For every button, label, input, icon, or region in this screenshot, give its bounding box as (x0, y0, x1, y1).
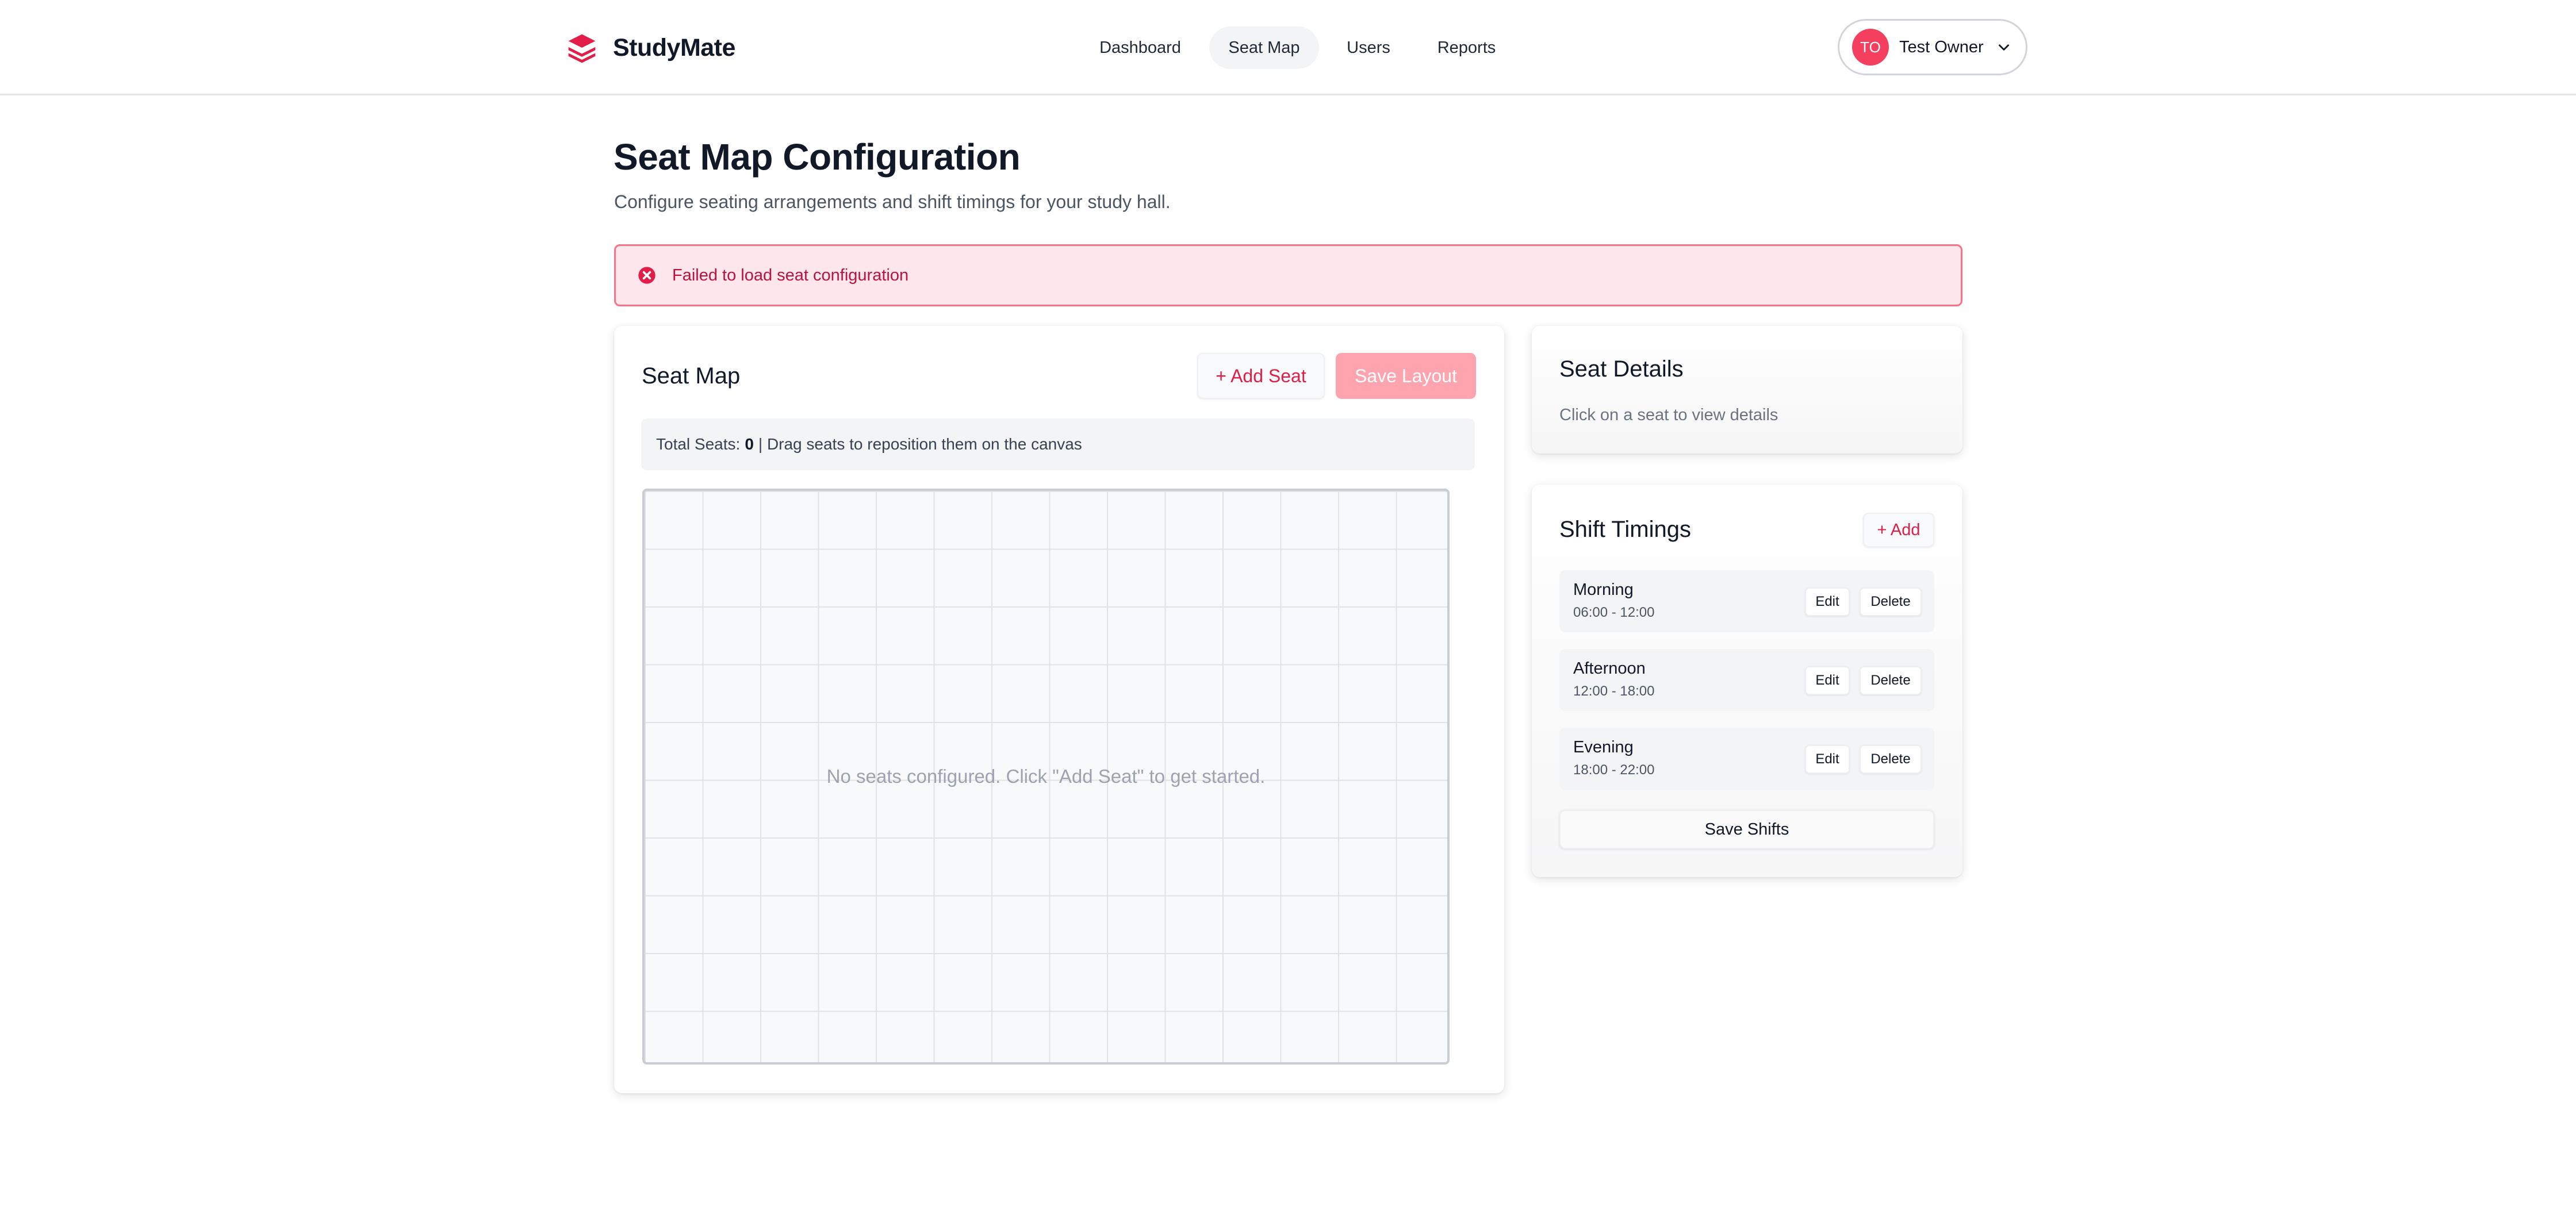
shift-time: 18:00 - 22:00 (1573, 762, 1655, 778)
seat-map-title: Seat Map (642, 363, 741, 389)
page-subtitle: Configure seating arrangements and shift… (614, 191, 1171, 212)
user-menu-button[interactable]: TO Test Owner (1838, 19, 2027, 75)
nav-item-dashboard[interactable]: Dashboard (1087, 26, 1194, 69)
shift-row-evening: Evening 18:00 - 22:00 Edit Delete (1559, 728, 1934, 790)
nav-item-users[interactable]: Users (1334, 26, 1403, 69)
shift-row-morning: Morning 06:00 - 12:00 Edit Delete (1559, 570, 1934, 632)
page-title: Seat Map Configuration (614, 136, 1021, 178)
shift-name: Afternoon (1573, 659, 1646, 678)
seat-canvas[interactable]: No seats configured. Click "Add Seat" to… (642, 489, 1450, 1065)
seat-details-placeholder: Click on a seat to view details (1559, 406, 1778, 424)
save-shifts-button[interactable]: Save Shifts (1559, 810, 1934, 849)
top-navbar: StudyMate Dashboard Seat Map Users Repor… (0, 0, 2576, 95)
chevron-down-icon (1998, 44, 2009, 51)
user-name: Test Owner (1899, 37, 1984, 56)
delete-shift-button[interactable]: Delete (1860, 666, 1922, 695)
shift-row-afternoon: Afternoon 12:00 - 18:00 Edit Delete (1559, 649, 1934, 711)
add-shift-button[interactable]: + Add (1863, 513, 1934, 547)
shift-time: 12:00 - 18:00 (1573, 683, 1655, 699)
error-circle-icon (638, 267, 656, 284)
edit-shift-button[interactable]: Edit (1805, 666, 1850, 695)
shift-name: Evening (1573, 738, 1634, 756)
shift-time: 06:00 - 12:00 (1573, 605, 1655, 620)
edit-shift-button[interactable]: Edit (1805, 587, 1850, 616)
avatar: TO (1852, 29, 1889, 66)
seat-details-title: Seat Details (1559, 356, 1684, 382)
error-alert: Failed to load seat configuration (614, 244, 1962, 306)
save-layout-button[interactable]: Save Layout (1336, 353, 1476, 399)
shift-name: Morning (1573, 581, 1634, 599)
seat-details-card (1532, 326, 1962, 454)
alert-message: Failed to load seat configuration (672, 266, 909, 285)
nav-item-reports[interactable]: Reports (1425, 26, 1508, 69)
edit-shift-button[interactable]: Edit (1805, 745, 1850, 774)
empty-canvas-message: No seats configured. Click "Add Seat" to… (826, 766, 1266, 787)
total-seats-value: 0 (745, 435, 754, 453)
delete-shift-button[interactable]: Delete (1860, 745, 1922, 774)
main-nav: Dashboard Seat Map Users Reports (0, 26, 2576, 69)
shift-timings-title: Shift Timings (1559, 517, 1691, 542)
total-seats-label: Total Seats: (656, 435, 741, 453)
add-seat-button[interactable]: + Add Seat (1197, 353, 1325, 399)
seat-summary-bar: Total Seats: 0 | Drag seats to repositio… (641, 418, 1475, 470)
drag-hint: | Drag seats to reposition them on the c… (758, 435, 1082, 453)
nav-item-seat-map[interactable]: Seat Map (1209, 26, 1319, 69)
delete-shift-button[interactable]: Delete (1860, 587, 1922, 616)
